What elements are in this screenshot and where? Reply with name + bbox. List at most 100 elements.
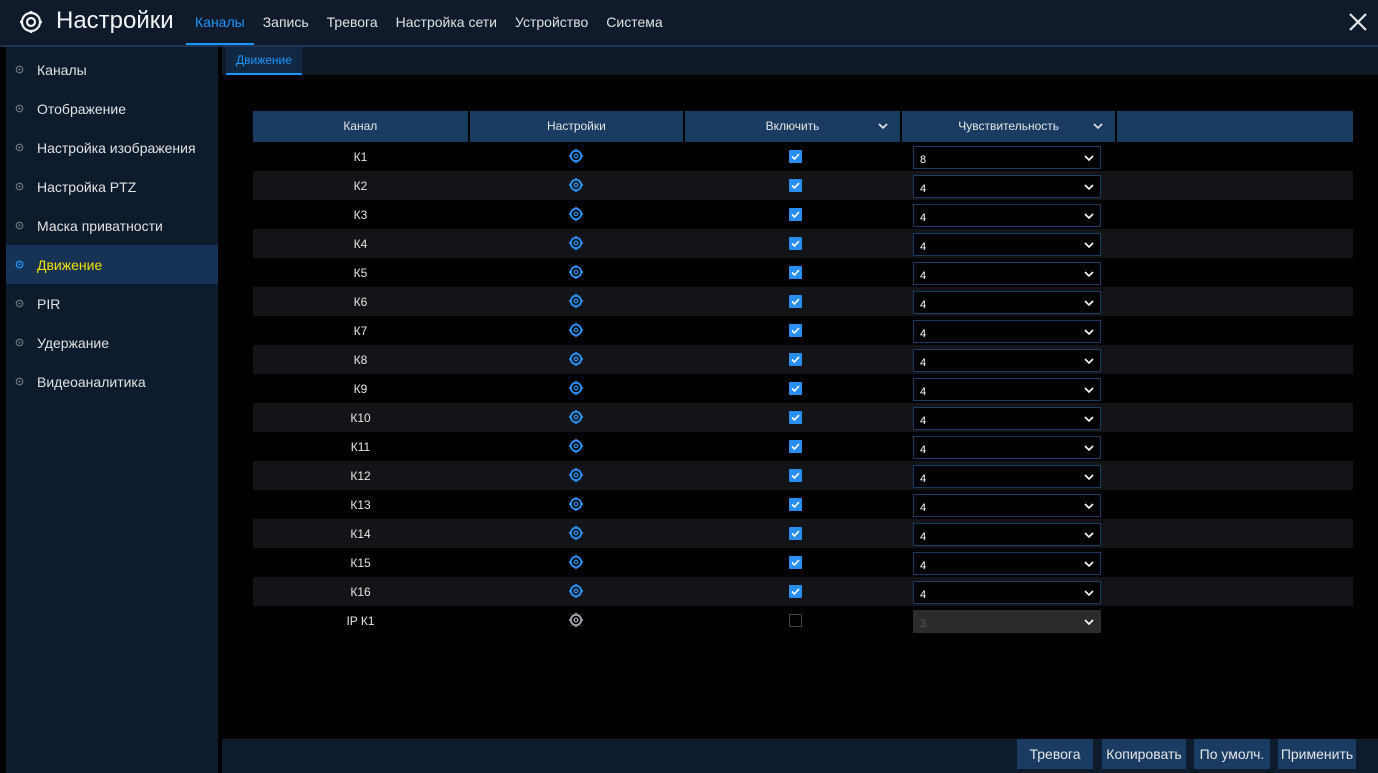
bullet-icon — [15, 65, 24, 74]
sidebar-item-channels[interactable]: Каналы — [6, 50, 218, 89]
sensitivity-select[interactable]: 4 — [913, 465, 1101, 488]
sidebar-item-image[interactable]: Настройка изображения — [6, 128, 218, 167]
gear-icon[interactable] — [569, 381, 583, 395]
sidebar-item-label: Маска приватности — [37, 217, 163, 234]
tab-device[interactable]: Устройство — [506, 0, 597, 45]
sidebar-item-label: Настройка изображения — [37, 139, 196, 156]
gear-icon[interactable] — [569, 555, 583, 569]
sensitivity-select[interactable]: 4 — [913, 175, 1101, 198]
column-header-label: Настройки — [546, 119, 606, 133]
checkmark-icon — [791, 443, 800, 451]
gear-icon[interactable] — [569, 526, 583, 540]
sensitivity-select[interactable]: 4 — [913, 552, 1101, 575]
tab-network[interactable]: Настройка сети — [387, 0, 506, 45]
chevron-down-icon — [1084, 213, 1094, 220]
table-row: К6 4 — [253, 287, 1353, 316]
sidebar-item-label: Отображение — [37, 100, 127, 117]
enable-checkbox[interactable] — [789, 440, 802, 453]
gear-icon[interactable] — [569, 207, 583, 221]
main-tabs: Каналы Запись Тревога Настройка сети Уст… — [186, 0, 672, 45]
sensitivity-select[interactable]: 4 — [913, 494, 1101, 517]
column-header-sensitivity[interactable]: Чувствительность — [901, 111, 1116, 142]
enable-checkbox[interactable] — [789, 556, 802, 569]
sensitivity-select[interactable]: 4 — [913, 262, 1101, 285]
sidebar-item-ptz[interactable]: Настройка PTZ — [6, 167, 218, 206]
sensitivity-value: 4 — [920, 531, 927, 543]
gear-icon[interactable] — [569, 236, 583, 250]
bullet-icon — [15, 299, 24, 308]
enable-checkbox[interactable] — [789, 266, 802, 279]
gear-icon[interactable] — [569, 410, 583, 424]
sensitivity-select[interactable]: 4 — [913, 204, 1101, 227]
table-row: К9 4 — [253, 374, 1353, 403]
copy-button[interactable]: Копировать — [1102, 739, 1186, 769]
alarm-button[interactable]: Тревога — [1017, 739, 1093, 769]
sensitivity-select[interactable]: 4 — [913, 349, 1101, 372]
bullet-icon — [15, 338, 24, 347]
channel-label: К14 — [350, 527, 371, 541]
gear-icon[interactable] — [569, 439, 583, 453]
enable-checkbox[interactable] — [789, 353, 802, 366]
sidebar: Каналы Отображение Настройка изображения На… — [6, 47, 218, 773]
bullet-icon — [15, 182, 24, 191]
enable-checkbox[interactable] — [789, 382, 802, 395]
enable-checkbox[interactable] — [789, 411, 802, 424]
sidebar-item-privacy-mask[interactable]: Маска приватности — [6, 206, 218, 245]
sidebar-item-motion[interactable]: Движение — [6, 245, 218, 284]
sensitivity-select[interactable]: 4 — [913, 291, 1101, 314]
chevron-down-icon — [1084, 271, 1094, 278]
gear-icon — [20, 11, 42, 33]
enable-checkbox[interactable] — [789, 527, 802, 540]
sensitivity-select[interactable]: 4 — [913, 233, 1101, 256]
sensitivity-select[interactable]: 4 — [913, 378, 1101, 401]
gear-icon[interactable] — [569, 265, 583, 279]
tab-system[interactable]: Система — [597, 0, 671, 45]
sensitivity-select[interactable]: 4 — [913, 581, 1101, 604]
channel-label: К4 — [353, 237, 368, 251]
tab-record[interactable]: Запись — [254, 0, 318, 45]
gear-icon[interactable] — [569, 613, 583, 627]
gear-icon[interactable] — [569, 497, 583, 511]
enable-checkbox[interactable] — [789, 295, 802, 308]
sidebar-item-display[interactable]: Отображение — [6, 89, 218, 128]
apply-button[interactable]: Применить — [1278, 739, 1356, 769]
sensitivity-select[interactable]: 4 — [913, 436, 1101, 459]
gear-icon[interactable] — [569, 294, 583, 308]
enable-checkbox[interactable] — [789, 237, 802, 250]
close-icon[interactable] — [1344, 8, 1372, 36]
channel-label: К12 — [350, 469, 371, 483]
gear-icon[interactable] — [569, 323, 583, 337]
main-content: Движение Канал Настройки Включить Чувств… — [222, 47, 1378, 773]
enable-checkbox[interactable] — [789, 585, 802, 598]
sensitivity-value: 4 — [920, 560, 927, 572]
enable-checkbox[interactable] — [789, 469, 802, 482]
enable-checkbox[interactable] — [789, 498, 802, 511]
enable-checkbox[interactable] — [789, 614, 802, 627]
default-button[interactable]: По умолч. — [1194, 739, 1270, 769]
sensitivity-value: 4 — [920, 183, 927, 195]
sidebar-item-pir[interactable]: PIR — [6, 284, 218, 323]
sensitivity-select[interactable]: 4 — [913, 320, 1101, 343]
gear-icon[interactable] — [569, 178, 583, 192]
tab-channels[interactable]: Каналы — [186, 0, 254, 45]
column-header-settings: Настройки — [469, 111, 684, 142]
enable-checkbox[interactable] — [789, 208, 802, 221]
sensitivity-select[interactable]: 8 — [913, 146, 1101, 169]
gear-icon[interactable] — [569, 149, 583, 163]
gear-icon[interactable] — [569, 468, 583, 482]
gear-icon[interactable] — [569, 584, 583, 598]
enable-checkbox[interactable] — [789, 324, 802, 337]
tab-alarm[interactable]: Тревога — [318, 0, 387, 45]
sidebar-item-video-analytics[interactable]: Видеоаналитика — [6, 362, 218, 401]
column-header-enable[interactable]: Включить — [685, 111, 900, 142]
sidebar-item-hold[interactable]: Удержание — [6, 323, 218, 362]
enable-checkbox[interactable] — [789, 150, 802, 163]
chevron-down-icon — [1084, 416, 1094, 423]
subtab-motion[interactable]: Движение — [226, 47, 302, 75]
channel-label: К5 — [353, 266, 368, 280]
sensitivity-select[interactable]: 4 — [913, 523, 1101, 546]
sensitivity-select[interactable]: 4 — [913, 407, 1101, 430]
enable-checkbox[interactable] — [789, 179, 802, 192]
gear-icon[interactable] — [569, 352, 583, 366]
channel-label: К15 — [350, 556, 371, 570]
